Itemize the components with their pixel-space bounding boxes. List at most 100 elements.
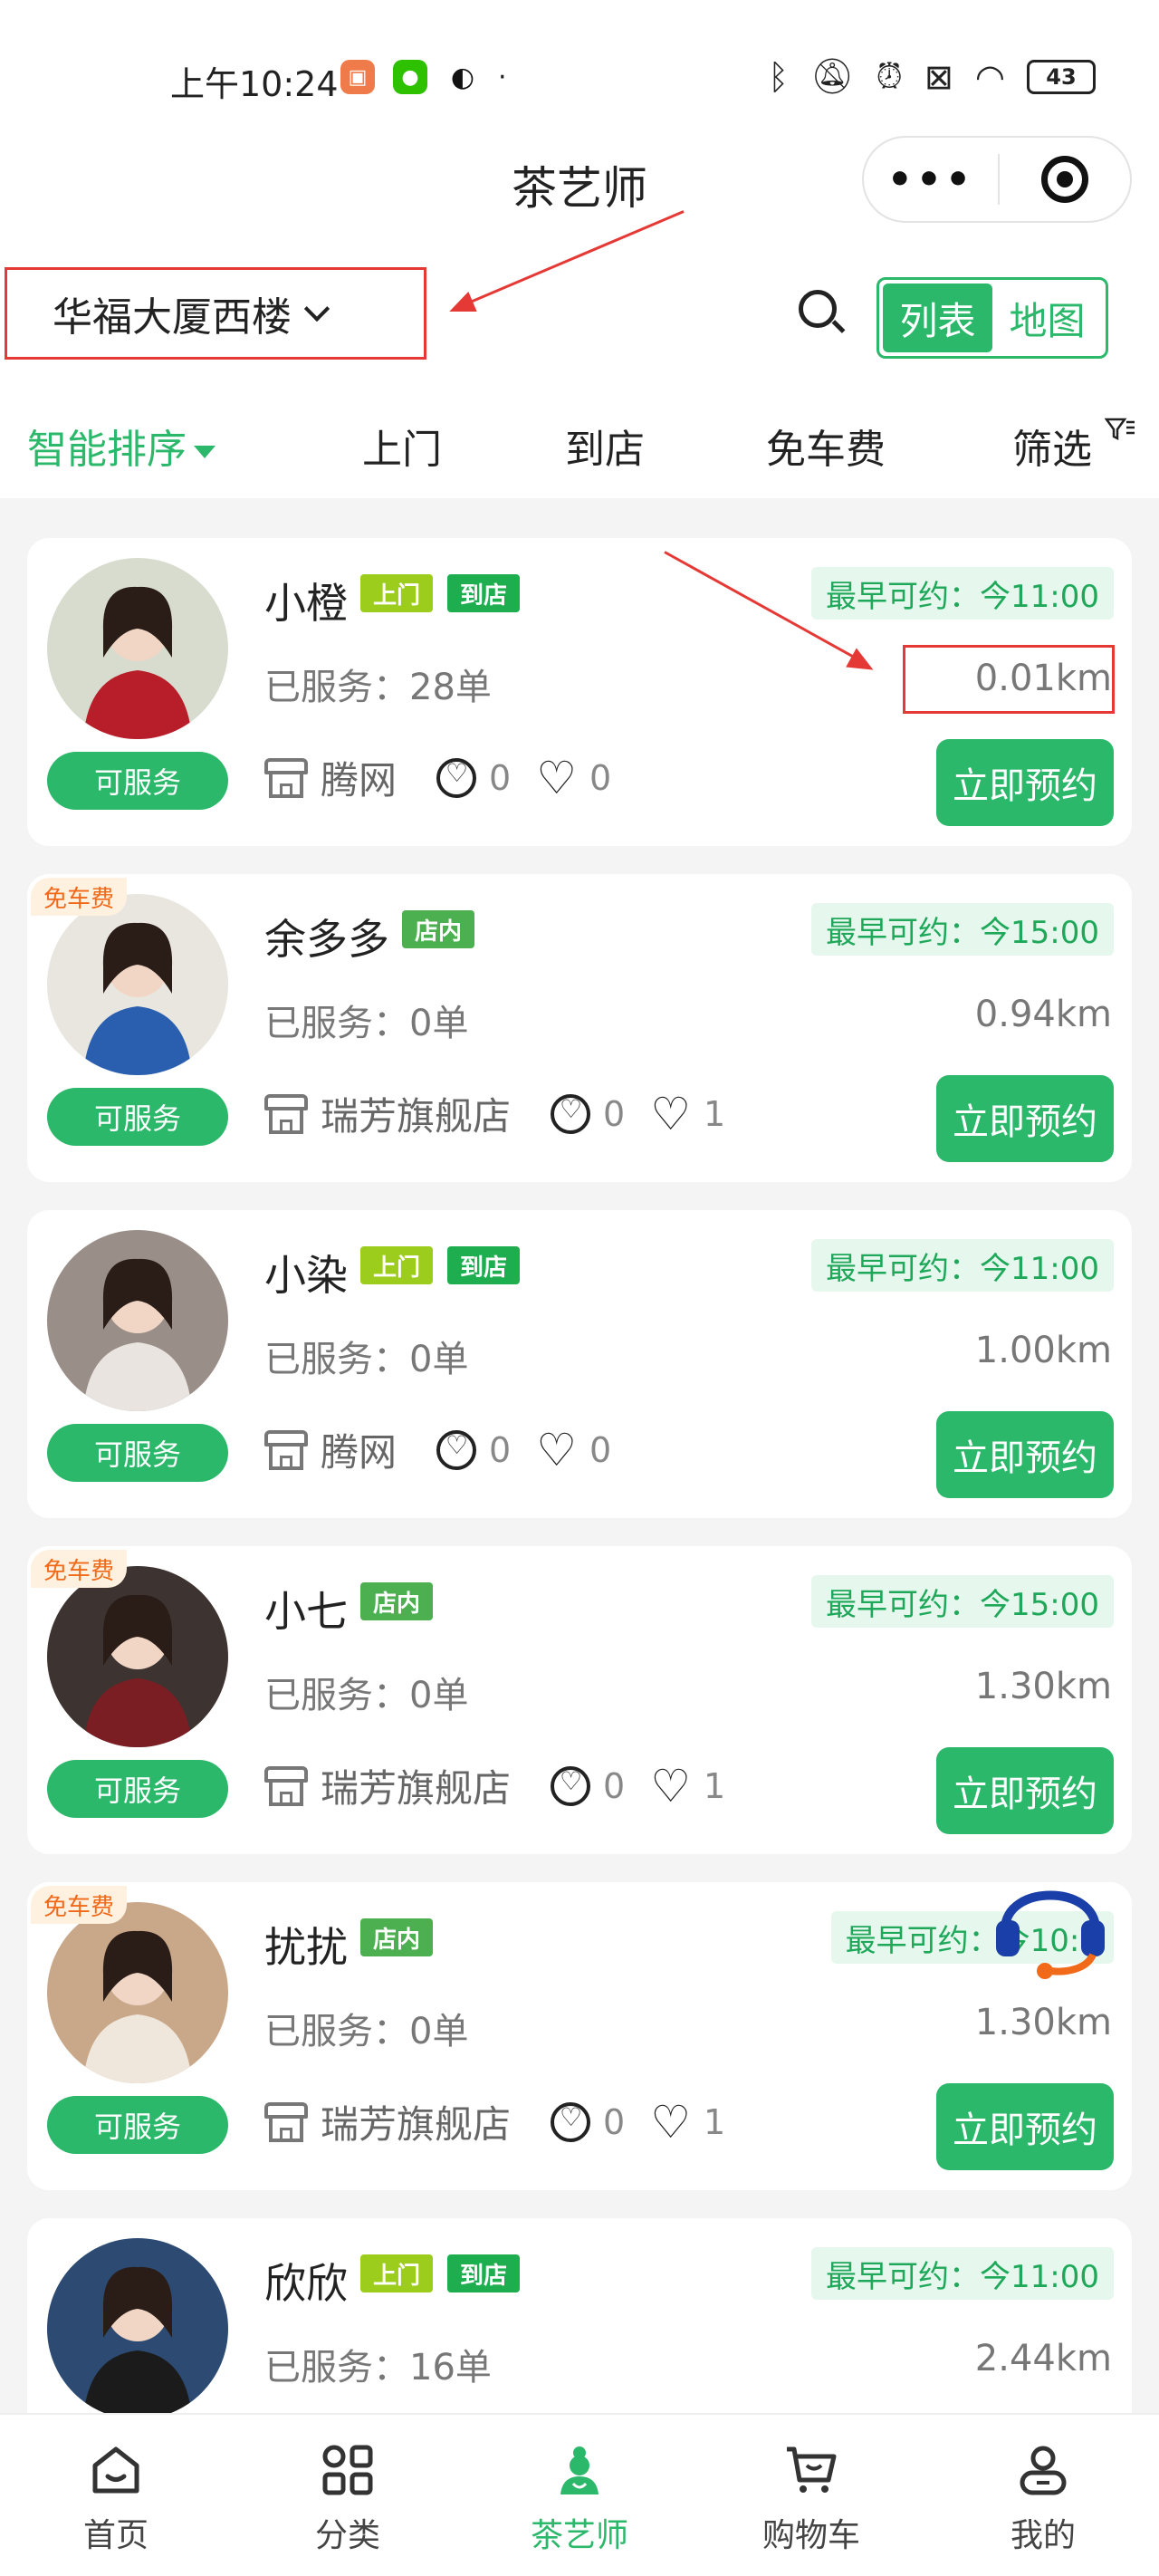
therapist-list: 可服务小橙上门到店最早可约：今11:00已服务：28单0.01km 腾网 0 ♡… [27,538,1132,2536]
served-count: 已服务：28单 [264,667,492,708]
book-now-button[interactable]: 立即预约 [936,1075,1114,1162]
shop-name: 腾网 [321,758,398,803]
therapist-avatar[interactable] [47,1902,228,2083]
therapist-avatar[interactable] [47,2238,228,2419]
notification-app-icon: ▣ [340,60,375,94]
heart-icon[interactable]: ♡ [650,1091,691,1137]
tab-free-fare[interactable]: 免车费 [766,417,886,475]
served-count: 已服务：0单 [264,2011,469,2052]
more-dot-icon: · [498,61,507,93]
tab-in-store[interactable]: 到店 [565,417,645,475]
store-icon [264,757,308,798]
book-now-button[interactable]: 立即预约 [936,739,1114,826]
system-icons: ᛒ 🔕︎ ⏰︎ ⊠ ◠ 43 [768,56,1096,97]
earliest-appointment: 最早可约：今11:00 [811,567,1114,620]
chevron-down-icon [303,295,330,322]
heart-icon[interactable]: ♡ [650,1764,691,1809]
customer-service-icon[interactable] [987,1857,1114,1984]
therapist-avatar[interactable] [47,1566,228,1747]
service-tag: 上门 [360,1246,434,1284]
alarm-icon: ⏰︎ [876,56,903,96]
shop-info: 瑞芳旗舰店 0 ♡ 1 [264,1086,725,1141]
heart-icon[interactable]: ♡ [536,755,577,801]
service-tags: 上门 到店 [360,2254,521,2292]
available-status-pill: 可服务 [47,752,228,810]
service-tag: 到店 [447,2254,521,2292]
therapist-card[interactable]: 免车费 可服务 小七 店内 最早可约：今15:00 已服务：0单 1.30km 瑞芳旗舰店 … [27,1546,1132,1854]
service-tag: 上门 [360,2254,434,2292]
tab-filter[interactable]: 筛选 [1012,417,1135,475]
therapist-card[interactable]: 可服务 小染上门到店 最早可约：今11:00 已服务：0单 1.00km 腾网 0 ♡ … [27,1210,1132,1518]
favorite-circle-icon [551,1093,591,1134]
status-time: 上午10:24 [170,64,339,104]
title-bar: 茶艺师 ••• [0,136,1159,263]
shop-name: 瑞芳旗舰店 [321,1094,512,1139]
map-view-button[interactable]: 地图 [992,284,1102,352]
therapist-avatar[interactable] [47,1230,228,1411]
served-count: 已服务：0单 [264,1003,469,1044]
tab-smart-sort[interactable]: 智能排序 [27,417,216,475]
therapist-card[interactable]: 免车费 可服务 余多多 店内 最早可约：今15:00 已服务：0单 0.94km 瑞芳旗舰店… [27,874,1132,1182]
book-now-button[interactable]: 立即预约 [936,1747,1114,1834]
status-bar: 上午10:24 ▣ ● ◐ · ᛒ 🔕︎ ⏰︎ ⊠ ◠ 43 [0,0,1159,154]
heart-icon[interactable]: ♡ [650,2100,691,2145]
search-icon[interactable] [797,288,846,337]
home-icon [92,2446,139,2494]
favorite-count: 0 [603,2101,626,2142]
nav-category[interactable]: 分类 [232,2415,464,2576]
wechat-icon: ● [393,60,427,94]
tab-home-service[interactable]: 上门 [362,417,442,475]
book-now-button[interactable]: 立即预约 [936,2083,1114,2170]
therapist-avatar[interactable] [47,894,228,1075]
available-status-pill: 可服务 [47,1088,228,1146]
status-app-icons: ▣ ● ◐ · [340,60,507,94]
free-fare-badge: 免车费 [31,878,128,916]
served-count: 已服务：0单 [264,1339,469,1380]
bottom-navigation: 首页 分类 茶艺师 购物车 我的 [0,2413,1159,2576]
therapist-card[interactable]: 可服务小橙上门到店最早可约：今11:00已服务：28单0.01km 腾网 0 ♡… [27,538,1132,846]
therapist-stats: 0 ♡ 1 [551,1764,725,1809]
nav-home[interactable]: 首页 [0,2415,232,2576]
like-count: 1 [704,1765,726,1806]
service-tags: 上门 到店 [360,574,521,612]
store-icon [264,1429,308,1470]
shop-info: 腾网 0 ♡ 0 [264,1422,611,1477]
location-selector[interactable]: 华福大厦西楼 [5,267,426,360]
nav-tea-artist[interactable]: 茶艺师 [464,2415,695,2576]
service-tags: 店内 [360,1918,434,1956]
close-miniprogram-button[interactable] [1000,156,1130,203]
nav-home-label: 首页 [82,2517,148,2554]
service-tag: 店内 [360,1918,434,1956]
like-count: 1 [704,2101,726,2142]
heart-icon[interactable]: ♡ [536,1427,577,1473]
served-count: 已服务：16单 [264,2347,492,2389]
favorite-count: 0 [489,757,512,798]
shop-name: 瑞芳旗舰店 [321,1766,512,1811]
therapist-name: 欣欣 [264,2259,348,2308]
served-count: 已服务：0单 [264,1675,469,1716]
therapist-avatar[interactable] [47,558,228,739]
distance: 1.30km [974,2002,1112,2043]
shop-info: 瑞芳旗舰店 0 ♡ 1 [264,1758,725,1813]
distance: 0.94km [974,994,1112,1035]
favorite-circle-icon [551,1765,591,1806]
favorite-circle-icon [436,757,477,798]
store-icon [264,2101,308,2142]
shop-name: 瑞芳旗舰店 [321,2102,512,2147]
earliest-appointment: 最早可约：今11:00 [811,1239,1114,1292]
favorite-count: 0 [489,1429,512,1470]
available-status-pill: 可服务 [47,2096,228,2154]
therapist-card[interactable]: 免车费可服务扰扰店内最早可约：今10:3已服务：0单1.30km 瑞芳旗舰店 0… [27,1882,1132,2190]
more-options-button[interactable]: ••• [864,157,998,203]
wifi-icon: ◠ [974,56,1005,97]
mute-icon: 🔕︎ [810,56,855,96]
nav-profile[interactable]: 我的 [927,2415,1159,2576]
earliest-appointment: 最早可约：今15:00 [811,903,1114,956]
store-icon [264,1093,308,1134]
list-view-button[interactable]: 列表 [883,284,992,352]
service-tag: 到店 [447,1246,521,1284]
distance: 1.30km [974,1666,1112,1707]
nav-cart[interactable]: 购物车 [695,2415,927,2576]
book-now-button[interactable]: 立即预约 [936,1411,1114,1498]
earliest-appointment: 最早可约：今11:00 [811,2247,1114,2300]
